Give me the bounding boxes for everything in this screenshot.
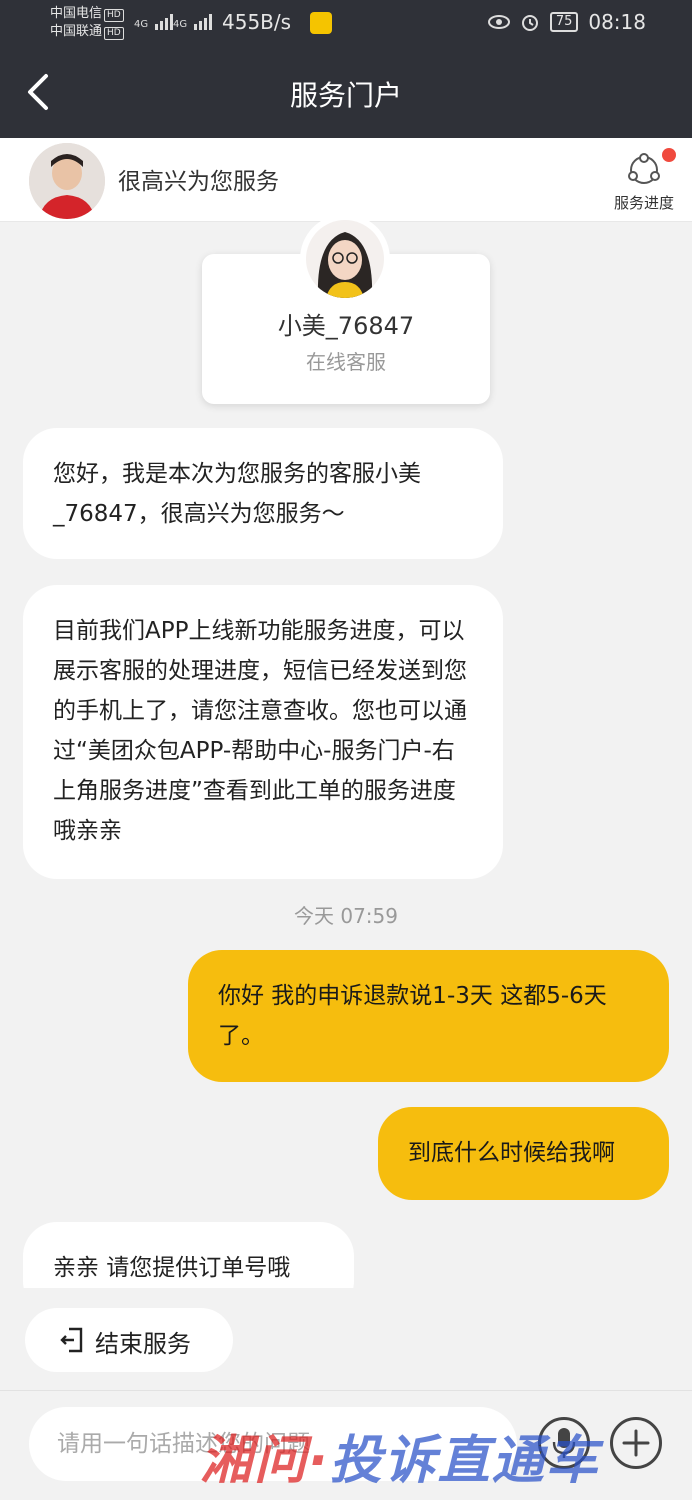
- agent-avatar: [300, 214, 390, 304]
- message-incoming-3-clip: 亲亲 请您提供订单号哦: [23, 1222, 354, 1288]
- watermark-part-2: 投诉直通车: [329, 1431, 600, 1491]
- service-progress-label: 服务进度: [613, 194, 674, 212]
- chat-timestamp: 今天 07:59: [294, 904, 398, 928]
- watermark-part-1: 湘问·: [200, 1431, 330, 1491]
- add-button[interactable]: [610, 1417, 662, 1469]
- service-progress-button[interactable]: 服务进度: [610, 146, 678, 216]
- eye-icon: [487, 15, 510, 29]
- message-incoming-1: 您好，我是本次为您服务的客服小美_76847，很高兴为您服务～: [23, 428, 503, 559]
- top-header: 中国电信 HD 中国联通 HD 4G 4G 455B/s 75 08:18 服务门户: [0, 0, 692, 138]
- service-greeting: 很高兴为您服务: [118, 169, 279, 195]
- end-service-button[interactable]: 结束服务: [25, 1308, 233, 1372]
- notification-dot: [662, 148, 676, 162]
- app-notification-icon: [310, 12, 332, 34]
- plus-icon: [622, 1429, 650, 1457]
- signal-icon-2: 4G: [173, 12, 218, 30]
- battery-icon: 75: [549, 12, 579, 32]
- carrier-1: 中国电信: [50, 6, 103, 21]
- page-title: 服务门户: [289, 79, 402, 112]
- end-service-label: 结束服务: [95, 1330, 191, 1358]
- watermark-logo: 湘问·投诉直通车: [200, 1418, 600, 1493]
- alarm-icon: [521, 15, 538, 31]
- exit-icon: [60, 1327, 83, 1353]
- carrier-2: 中国联通: [50, 24, 103, 39]
- status-right: 75 08:18: [487, 10, 646, 34]
- status-bar: 中国电信 HD 中国联通 HD 4G 4G 455B/s 75 08:18: [0, 0, 692, 46]
- hd-badge-2: HD: [104, 27, 124, 40]
- service-progress-icon: [628, 153, 660, 184]
- agent-name: 小美_76847: [277, 312, 415, 340]
- message-outgoing-1: 你好 我的申诉退款说1-3天 这都5-6天了。: [188, 950, 669, 1082]
- service-bar: 很高兴为您服务 服务进度: [0, 138, 692, 222]
- agent-role: 在线客服: [306, 350, 386, 374]
- carrier-info: 中国电信 HD 中国联通 HD: [50, 5, 124, 41]
- message-outgoing-2: 到底什么时候给我啊: [378, 1107, 669, 1200]
- clock: 08:18: [588, 10, 646, 34]
- network-speed: 455B/s: [222, 10, 292, 34]
- user-avatar: [29, 143, 105, 219]
- message-incoming-3: 亲亲 请您提供订单号哦: [23, 1222, 354, 1288]
- message-incoming-2: 目前我们APP上线新功能服务进度，可以展示客服的处理进度，短信已经发送到您的手机…: [23, 585, 503, 879]
- hd-badge-1: HD: [104, 9, 124, 22]
- nav-bar: 服务门户: [0, 46, 692, 138]
